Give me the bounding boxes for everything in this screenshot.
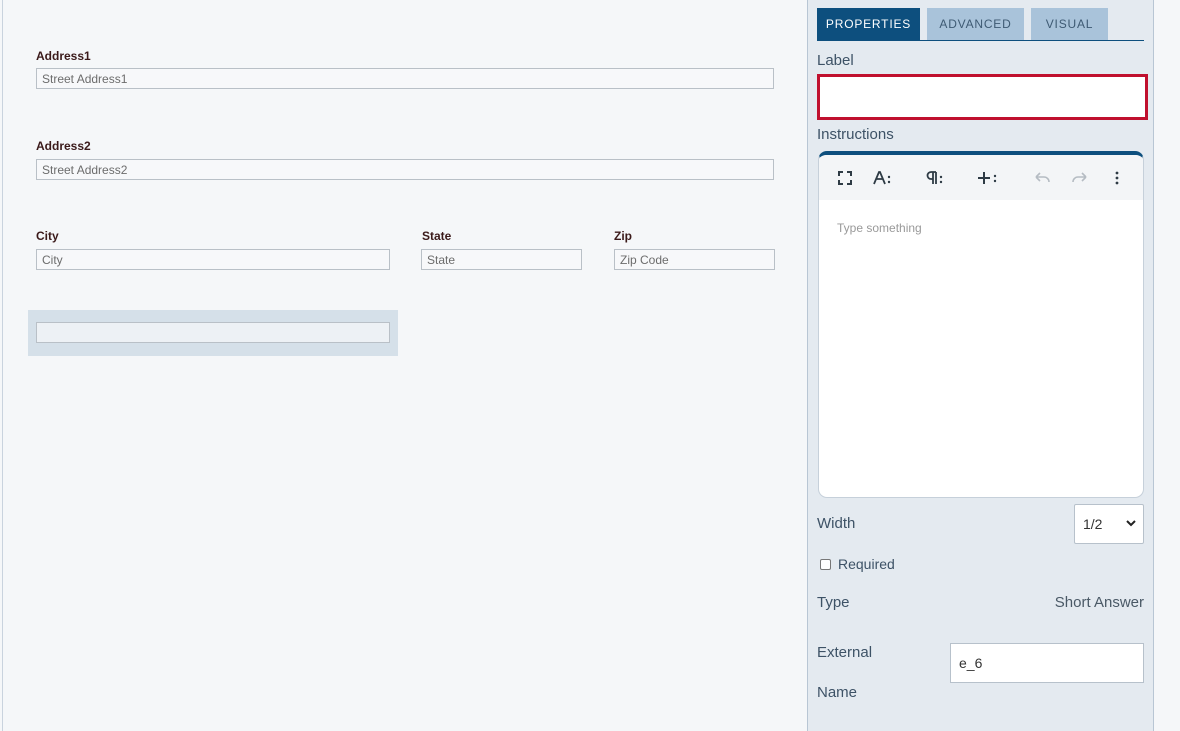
- address1-label: Address1: [36, 49, 91, 63]
- selected-field-block[interactable]: [28, 310, 398, 356]
- instructions-editor[interactable]: Type something: [818, 151, 1144, 498]
- address2-input[interactable]: [36, 159, 774, 180]
- city-input[interactable]: [36, 249, 390, 270]
- city-label: City: [36, 229, 59, 243]
- address1-input[interactable]: [36, 68, 774, 89]
- editor-placeholder: Type something: [837, 221, 922, 235]
- type-value: Short Answer: [1054, 594, 1144, 611]
- address2-label: Address2: [36, 139, 91, 153]
- redo-icon[interactable]: [1067, 165, 1093, 191]
- undo-icon[interactable]: [1029, 165, 1055, 191]
- width-title: Width: [817, 515, 856, 532]
- form-canvas: Address1 Address2 City State Zip: [2, 0, 807, 731]
- zip-label: Zip: [614, 229, 632, 243]
- state-input[interactable]: [421, 249, 582, 270]
- right-margin: [1155, 0, 1180, 731]
- tab-advanced[interactable]: ADVANCED: [927, 8, 1024, 40]
- panel-tabs: PROPERTIES ADVANCED VISUAL: [817, 8, 1144, 41]
- label-title: Label: [817, 52, 854, 69]
- width-select[interactable]: 1/2: [1074, 504, 1144, 544]
- chevron-down-icon: [1125, 516, 1137, 532]
- width-value: 1/2: [1083, 516, 1103, 532]
- tab-visual[interactable]: VISUAL: [1031, 8, 1108, 40]
- required-checkbox[interactable]: [820, 559, 831, 570]
- editor-toolbar: [819, 155, 1143, 200]
- font-size-icon[interactable]: [870, 165, 896, 191]
- selected-field-input[interactable]: [36, 322, 390, 343]
- external-name-input[interactable]: e_6: [950, 643, 1144, 683]
- more-icon[interactable]: [1104, 165, 1130, 191]
- paragraph-icon[interactable]: [922, 165, 948, 191]
- external-name-title-line2: Name: [817, 684, 858, 701]
- state-label: State: [422, 229, 452, 243]
- instructions-title: Instructions: [817, 126, 894, 143]
- properties-panel: PROPERTIES ADVANCED VISUAL Label Instruc…: [807, 0, 1154, 731]
- insert-icon[interactable]: [975, 165, 1001, 191]
- fullscreen-icon[interactable]: [832, 165, 858, 191]
- label-input[interactable]: [817, 74, 1148, 120]
- zip-input[interactable]: [614, 249, 775, 270]
- required-label: Required: [838, 556, 895, 572]
- type-title: Type: [817, 594, 850, 611]
- external-name-title-line1: External: [817, 644, 873, 661]
- tab-properties[interactable]: PROPERTIES: [817, 8, 920, 40]
